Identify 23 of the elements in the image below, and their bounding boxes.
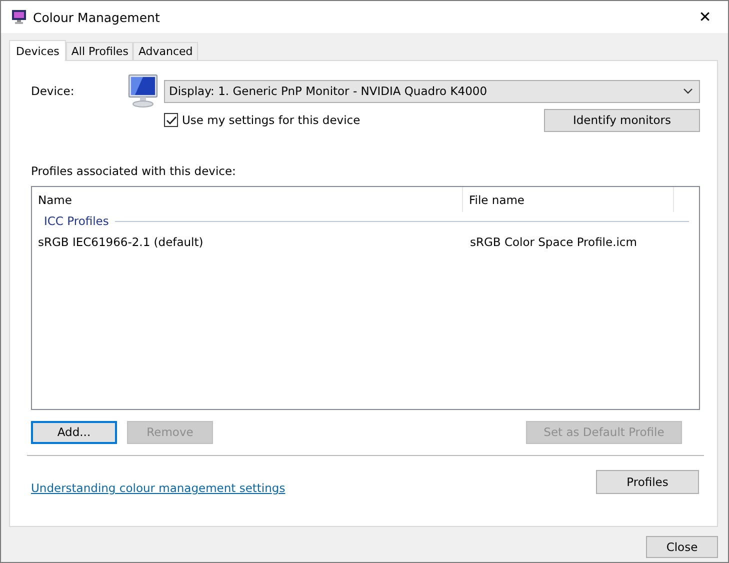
group-header: ICC Profiles <box>44 214 109 228</box>
close-button[interactable]: Close <box>646 536 718 558</box>
profiles-button[interactable]: Profiles <box>596 470 699 494</box>
monitor-icon <box>127 74 159 108</box>
tab[interactable]: Devices <box>9 40 66 61</box>
checkbox-label: Use my settings for this device <box>182 113 360 127</box>
table-cell-text: sRGB IEC61966-2.1 (default) <box>37 235 204 249</box>
close-button[interactable]: ✕ <box>682 1 728 33</box>
identify-monitors-button[interactable]: Identify monitors <box>544 108 700 132</box>
button[interactable]: Add... <box>31 420 117 444</box>
window-title: Colour Management <box>33 10 160 24</box>
help-link[interactable]: Understanding colour management settings <box>31 481 286 495</box>
monitor-icon <box>11 9 27 25</box>
tab[interactable]: All Profiles <box>66 42 134 60</box>
table-cell-text: sRGB Color Space Profile.icm <box>470 235 638 249</box>
device-label: Device: <box>31 84 76 98</box>
column-header[interactable]: Name <box>32 187 463 212</box>
tab[interactable]: Advanced <box>133 42 198 60</box>
column-header[interactable]: File name <box>463 187 674 212</box>
section-label: Profiles associated with this device: <box>31 164 237 178</box>
device-dropdown[interactable]: Display: 1. Generic PnP Monitor - NVIDIA Quadro K4000 <box>164 80 700 102</box>
checkbox[interactable] <box>164 113 178 127</box>
chevron-down-icon <box>683 88 693 94</box>
